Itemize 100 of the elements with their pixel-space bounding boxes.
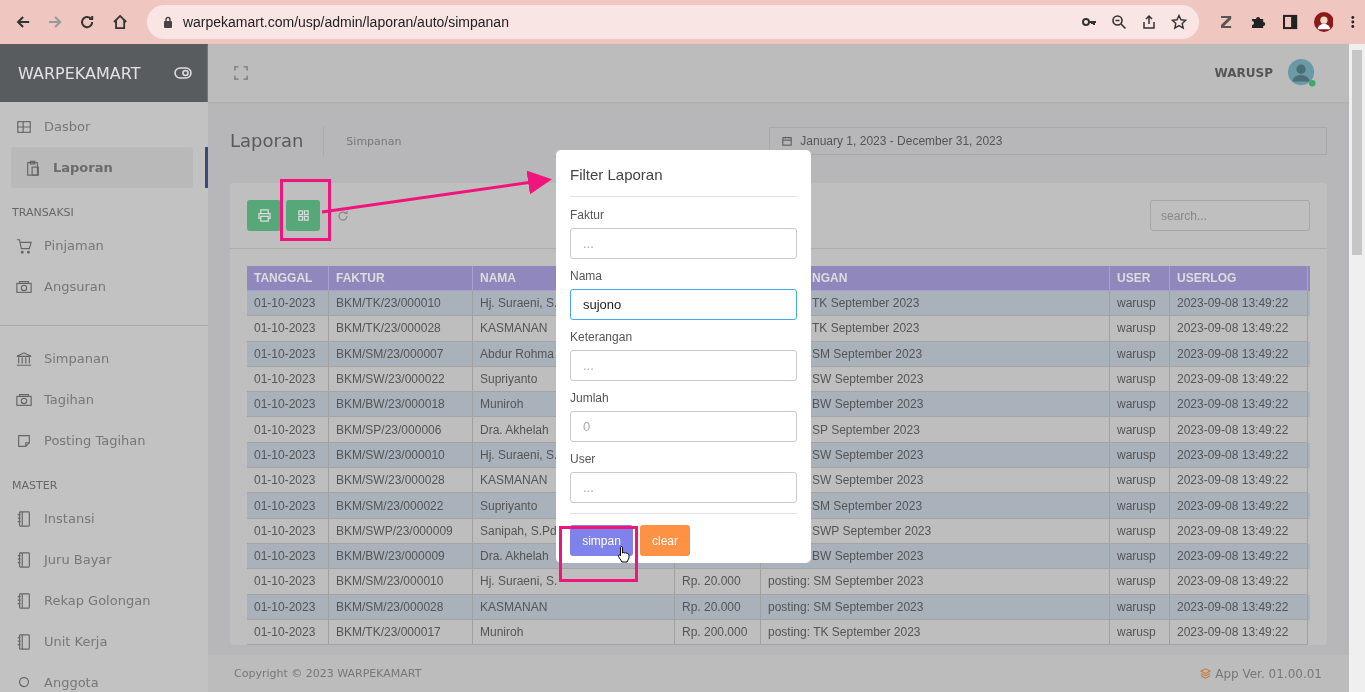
book-icon	[16, 633, 32, 650]
user-name: WARUSP	[1214, 66, 1273, 80]
address-bar[interactable]: warpekamart.com/usp/admin/laporan/auto/simpanan	[146, 5, 1199, 39]
sidebar-item[interactable]: Angsuran	[0, 266, 208, 307]
table-cell: BKM/SW/23/000028	[336, 473, 445, 488]
table-cell: 01-10-2023	[254, 372, 316, 387]
table-cell: 2023-09-08 13:49:22	[1177, 372, 1289, 387]
sidebar-item[interactable]: Pinjaman	[0, 225, 208, 266]
table-cell: TK September 2023	[812, 296, 920, 311]
column-header: USER	[1117, 271, 1151, 285]
profile-avatar-icon[interactable]	[1313, 11, 1334, 33]
camera-icon	[16, 278, 32, 295]
table-cell: 01-10-2023	[254, 599, 316, 614]
field-label: Keterangan	[570, 330, 634, 344]
table-cell: 01-10-2023	[254, 574, 316, 589]
table-cell: 2023-09-08 13:49:22	[1177, 296, 1289, 311]
table-cell: BKM/SM/23/000007	[336, 346, 444, 361]
grid-icon	[296, 209, 310, 222]
table-cell: 01-10-2023	[254, 523, 316, 538]
table-cell: 01-10-2023	[254, 346, 316, 361]
table-cell: 01-10-2023	[254, 625, 316, 639]
dialog-button[interactable]: clear	[640, 525, 690, 556]
sidebar-item[interactable]: Unit Kerja	[0, 621, 208, 662]
table-cell: Muniroh	[480, 625, 524, 639]
sidebar-item[interactable]: Rekap Golongan	[0, 580, 208, 621]
table-cell: Supriyanto	[480, 498, 538, 513]
table-cell: posting: SM September 2023	[768, 574, 924, 589]
calendar-icon	[782, 136, 793, 146]
table-cell: BKM/BW/23/000018	[336, 397, 445, 412]
table-cell: 01-10-2023	[254, 549, 316, 564]
print-icon	[257, 209, 271, 222]
sidebar-item[interactable]: Juru Bayar	[0, 539, 208, 580]
table-cell: 2023-09-08 13:49:22	[1177, 473, 1289, 488]
table-cell: posting: SM September 2023	[768, 599, 924, 614]
table-cell: BKM/SM/23/000028	[336, 599, 444, 614]
table-cell: SW September 2023	[812, 473, 924, 488]
input-field[interactable]: 0	[570, 411, 797, 442]
sidebar-item[interactable]: Instansi	[0, 498, 208, 539]
table-cell: Hj. Suraeni, S.	[480, 574, 558, 589]
sidebar-item[interactable]: Anggota	[0, 662, 208, 692]
table-cell: BKM/BW/23/000009	[336, 549, 445, 564]
table-cell: BKM/SM/23/000010	[336, 574, 444, 589]
sidebar-item[interactable]: Dasbor	[0, 106, 208, 147]
zoom-icon[interactable]	[1110, 14, 1127, 30]
field-label: Nama	[570, 269, 603, 283]
date-range-field[interactable]: January 1, 2023 - December 31, 2023	[769, 127, 1327, 155]
input-field[interactable]: sujono	[570, 289, 797, 320]
table-cell: Muniroh	[480, 397, 524, 412]
table-cell: SP September 2023	[812, 422, 920, 437]
table-cell: warusp	[1117, 321, 1156, 336]
share-icon[interactable]	[1140, 14, 1157, 30]
input-field[interactable]: ...	[570, 472, 797, 503]
table-cell: Rp. 200.000	[682, 625, 748, 639]
camera-icon	[16, 391, 32, 408]
table-cell: warusp	[1117, 625, 1156, 639]
table-cell: 01-10-2023	[254, 498, 316, 513]
table-cell: KASMANAN	[480, 599, 548, 614]
menu-icon[interactable]	[1351, 14, 1355, 30]
input-field[interactable]: ...	[570, 350, 797, 381]
table-cell: Abdur Rohma	[480, 346, 555, 361]
table-cell: warusp	[1117, 599, 1156, 614]
sidebar-item[interactable]: Tagihan	[0, 379, 208, 420]
grid-icon	[16, 118, 32, 135]
table-cell: Hj. Suraeni, S.	[480, 296, 558, 311]
table-cell: warusp	[1117, 549, 1156, 564]
star-icon[interactable]	[1170, 14, 1187, 30]
scrollbar[interactable]	[1349, 44, 1365, 692]
user-avatar-icon[interactable]	[1287, 58, 1317, 88]
dialog-button[interactable]: simpan	[570, 525, 633, 556]
table-cell: BKM/SW/23/000010	[336, 447, 445, 462]
field-label: Jumlah	[570, 391, 610, 405]
table-cell: warusp	[1117, 422, 1156, 437]
table-cell: BW September 2023	[812, 549, 924, 564]
table-cell: 2023-09-08 13:49:22	[1177, 523, 1289, 538]
table-cell: SW September 2023	[812, 372, 924, 387]
table-cell: KASMANAN	[480, 321, 548, 336]
table-cell: 2023-09-08 13:49:22	[1177, 625, 1289, 639]
toggle-icon[interactable]	[174, 67, 192, 79]
sidebar-item[interactable]: Posting Tagihan	[0, 420, 208, 461]
table-cell: warusp	[1117, 296, 1156, 311]
table-cell: SM September 2023	[812, 346, 923, 361]
table-cell: 2023-09-08 13:49:22	[1177, 447, 1289, 462]
table-cell: 01-10-2023	[254, 296, 316, 311]
sidebar-item[interactable]: Simpanan	[0, 338, 208, 379]
table-cell: BKM/TK/23/000028	[336, 321, 441, 336]
table-cell: SW September 2023	[812, 447, 924, 462]
table-cell: Rp. 20.000	[682, 599, 741, 614]
layers-icon	[1200, 668, 1212, 679]
table-cell: 2023-09-08 13:49:22	[1177, 599, 1289, 614]
table-cell: 01-10-2023	[254, 397, 316, 412]
table-cell: 01-10-2023	[254, 473, 316, 488]
table-cell: warusp	[1117, 372, 1156, 387]
table-cell: 2023-09-08 13:49:22	[1177, 549, 1289, 564]
print-button[interactable]	[247, 200, 281, 231]
table-cell: warusp	[1117, 346, 1156, 361]
table-cell: BKM/SW/23/000022	[336, 372, 445, 387]
table-cell: 2023-09-08 13:49:22	[1177, 498, 1289, 513]
table-cell: KASMANAN	[480, 473, 548, 488]
table-cell: BKM/TK/23/000017	[336, 625, 441, 639]
input-field[interactable]: ...	[570, 228, 797, 259]
